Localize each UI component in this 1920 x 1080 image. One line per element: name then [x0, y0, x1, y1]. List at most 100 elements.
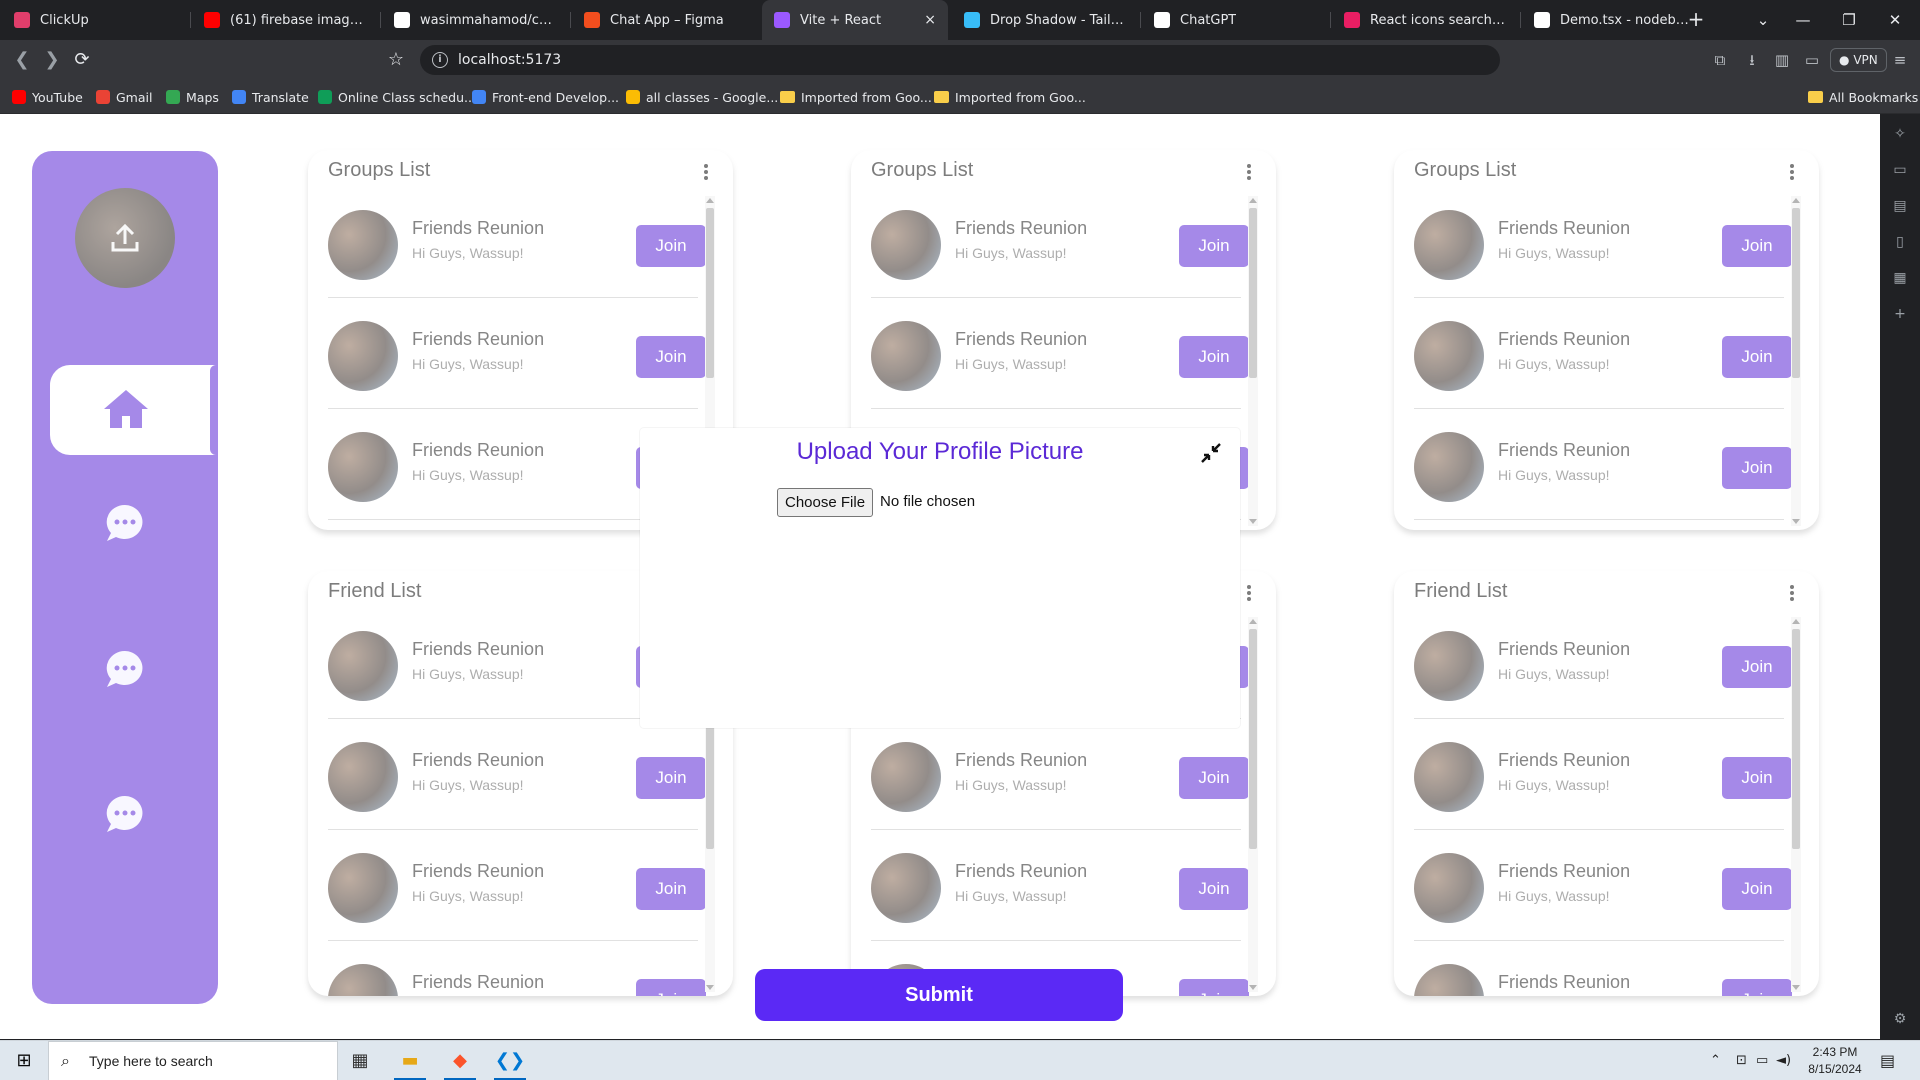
tab-title: (61) firebase image uploa — [230, 12, 366, 28]
minimize-icon[interactable]: — — [1780, 0, 1826, 40]
browser-tab[interactable]: Drop Shadow - Tailwind C — [952, 0, 1138, 40]
meet-now-icon[interactable]: ⊡ — [1736, 1041, 1747, 1080]
wallet-icon[interactable]: ▤ — [1890, 196, 1910, 216]
bookmark-favicon-icon — [96, 90, 110, 104]
vpn-icon: ● — [1839, 53, 1850, 67]
menu-icon[interactable]: ≡ — [1888, 48, 1912, 72]
windows-start-icon[interactable]: ⊞ — [0, 1041, 48, 1080]
file-status: No file chosen — [880, 493, 976, 510]
settings-icon[interactable]: ⚙ — [1890, 1009, 1910, 1029]
all-bookmarks-label: All Bookmarks — [1829, 89, 1919, 105]
bookmark-item[interactable]: Translate — [232, 80, 309, 114]
extensions-icon[interactable]: ⧉ — [1708, 48, 1732, 72]
taskbar-clock[interactable]: 2:43 PM 8/15/2024 — [1795, 1044, 1875, 1078]
back-icon[interactable]: ❮ — [10, 48, 34, 72]
clock-time: 2:43 PM — [1812, 1045, 1858, 1059]
task-view-icon[interactable]: ▦ — [336, 1041, 384, 1080]
tab-favicon-icon — [584, 12, 600, 28]
vpn-button[interactable]: ● VPN — [1830, 48, 1887, 72]
tab-title: React icons search results — [1370, 12, 1506, 28]
browser-tab[interactable]: Chat App – Figma — [572, 0, 758, 40]
forward-icon[interactable]: ❯ — [40, 48, 64, 72]
tab-separator — [380, 12, 381, 28]
reading-list-icon[interactable]: ▭ — [1890, 160, 1910, 180]
new-tab-button[interactable]: + — [1682, 6, 1710, 34]
sidebar-toggle-icon[interactable]: ▥ — [1770, 48, 1794, 72]
bookmark-label: Gmail — [116, 89, 153, 105]
bookmark-label: all classes - Google... — [646, 89, 779, 105]
tab-favicon-icon — [1534, 12, 1550, 28]
history-icon[interactable]: ▦ — [1890, 268, 1910, 288]
restore-icon[interactable]: ❐ — [1826, 0, 1872, 40]
folder-icon — [1808, 91, 1823, 103]
tab-favicon-icon — [204, 12, 220, 28]
leo-ai-icon[interactable]: ✧ — [1890, 124, 1910, 144]
submit-button[interactable]: Submit — [755, 969, 1123, 1021]
browser-tab[interactable]: Demo.tsx - nodebox - Coc — [1522, 0, 1708, 40]
bookmark-favicon-icon — [232, 90, 246, 104]
bookmark-item[interactable]: Front-end Develop... — [472, 80, 619, 114]
app-page: Groups List Friends Reunion Hi Guys, Wassu… — [0, 114, 1880, 1039]
bookmark-label: Translate — [252, 89, 309, 105]
tab-favicon-icon — [14, 12, 30, 28]
close-window-icon[interactable]: ✕ — [1872, 0, 1918, 40]
bookmark-label: Imported from Goo... — [955, 89, 1086, 105]
browser-tab[interactable]: Vite + React × — [762, 0, 948, 40]
url-text[interactable]: localhost:5173 — [458, 45, 561, 75]
bookmark-item[interactable]: Maps — [166, 80, 219, 114]
address-bar[interactable]: i localhost:5173 — [420, 45, 1500, 75]
folder-icon — [934, 91, 949, 103]
bookmark-item[interactable]: YouTube — [12, 80, 83, 114]
windows-taskbar: ⊞ ⌕ Type here to search ▦ ▬ ◆ ❮❯ ⌃ ⊡ ▭ ◄… — [0, 1040, 1920, 1080]
browser-tab[interactable]: wasimmahamod/chatapp — [382, 0, 568, 40]
bookmark-label: YouTube — [32, 89, 83, 105]
bookmark-icon[interactable]: ☆ — [384, 48, 408, 72]
search-icon: ⌕ — [61, 1051, 70, 1070]
collapse-icon[interactable] — [1200, 442, 1222, 464]
bookmark-item[interactable]: Imported from Goo... — [934, 80, 1086, 114]
bookmark-favicon-icon — [472, 90, 486, 104]
tab-favicon-icon — [394, 12, 410, 28]
tab-title: Demo.tsx - nodebox - Coc — [1560, 12, 1696, 28]
bookmark-item[interactable]: all classes - Google... — [626, 80, 778, 114]
choose-file-button[interactable]: Choose File — [777, 488, 874, 517]
bookmark-item[interactable]: Imported from Goo... — [780, 80, 932, 114]
browser-tab[interactable]: ClickUp — [2, 0, 188, 40]
close-tab-icon[interactable]: × — [916, 12, 936, 28]
file-explorer-icon[interactable]: ▬ — [386, 1041, 434, 1080]
network-icon[interactable]: ▭ — [1756, 1041, 1768, 1080]
wallet-icon[interactable]: ▭ — [1800, 48, 1824, 72]
tab-title: Drop Shadow - Tailwind C — [990, 12, 1126, 28]
bookmarks-icon[interactable]: ▯ — [1890, 232, 1910, 252]
modal-title: Upload Your Profile Picture — [796, 438, 1084, 465]
vpn-label: VPN — [1853, 53, 1878, 67]
tab-separator — [190, 12, 191, 28]
bookmark-favicon-icon — [318, 90, 332, 104]
reload-icon[interactable]: ⟳ — [70, 48, 94, 72]
tab-title: Chat App – Figma — [610, 12, 724, 28]
add-panel-icon[interactable]: + — [1890, 304, 1910, 324]
bookmark-label: Online Class schedu... — [338, 89, 476, 105]
tab-favicon-icon — [1344, 12, 1360, 28]
browser-tab-bar: ClickUp (61) firebase image uploa wasimmah… — [0, 0, 1920, 40]
browser-tab[interactable]: React icons search results — [1332, 0, 1518, 40]
bookmarks-bar: YouTube Gmail Maps Translate Online Class sc… — [0, 80, 1920, 114]
tab-separator — [1330, 12, 1331, 28]
taskbar-search[interactable]: ⌕ Type here to search — [48, 1041, 338, 1080]
browser-tab[interactable]: ChatGPT — [1142, 0, 1328, 40]
vscode-icon[interactable]: ❮❯ — [486, 1041, 534, 1080]
tab-title: Vite + React — [800, 12, 882, 28]
download-icon[interactable]: ⭳ — [1740, 48, 1764, 72]
search-placeholder: Type here to search — [89, 1053, 213, 1069]
all-bookmarks[interactable]: All Bookmarks — [1808, 80, 1918, 114]
bookmark-item[interactable]: Online Class schedu... — [318, 80, 476, 114]
brave-browser-icon[interactable]: ◆ — [436, 1041, 484, 1080]
site-info-icon[interactable]: i — [432, 52, 448, 68]
bookmark-item[interactable]: Gmail — [96, 80, 152, 114]
notification-icon[interactable]: ▤ — [1880, 1041, 1895, 1080]
bookmark-favicon-icon — [626, 90, 640, 104]
browser-tab[interactable]: (61) firebase image uploa — [192, 0, 378, 40]
bookmark-label: Front-end Develop... — [492, 89, 620, 105]
tray-overflow-icon[interactable]: ⌃ — [1710, 1041, 1721, 1080]
volume-icon[interactable]: ◄) — [1776, 1041, 1791, 1080]
